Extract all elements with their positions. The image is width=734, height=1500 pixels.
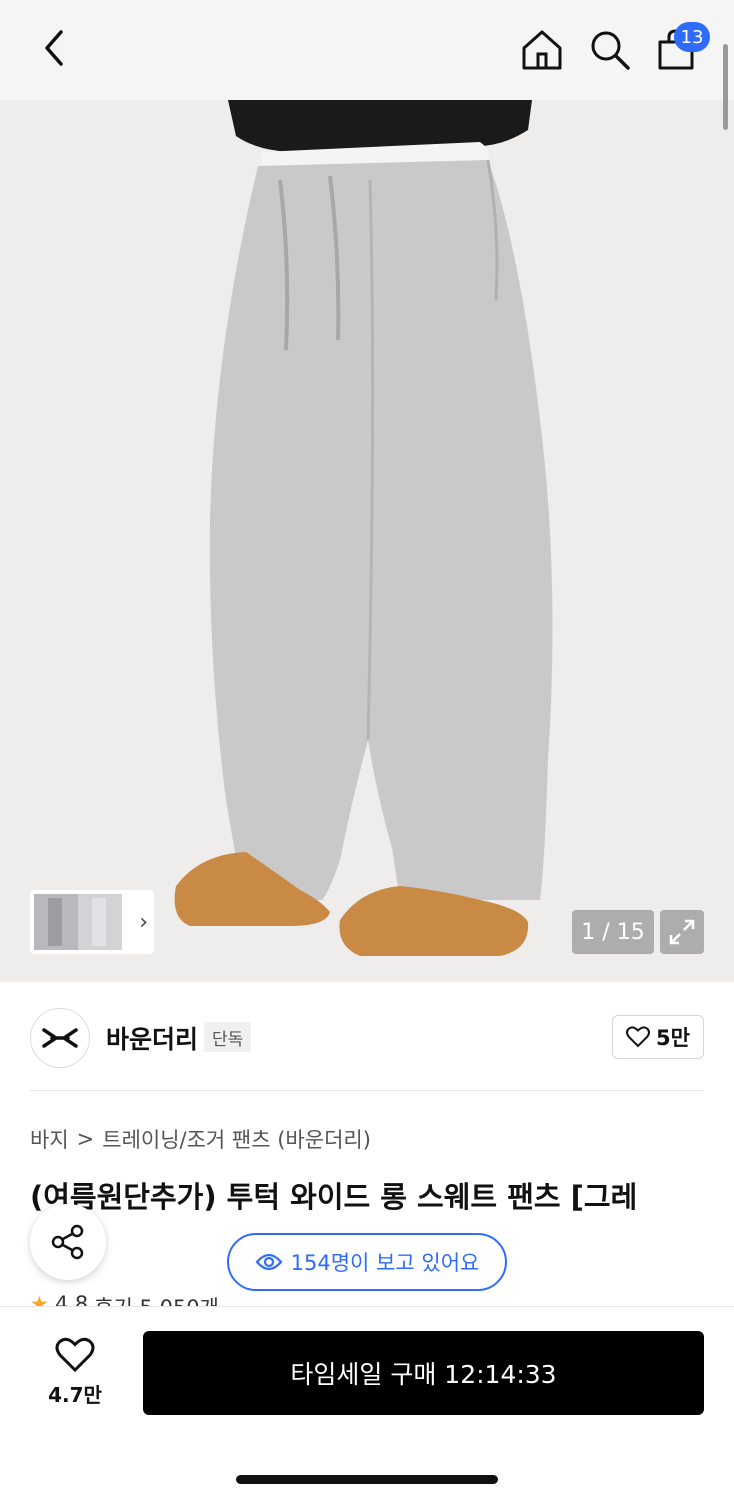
home-button[interactable] [518, 26, 566, 74]
chevron-left-icon [45, 30, 63, 66]
eye-icon [255, 1253, 283, 1271]
exclusive-tag: 단독 [204, 1022, 252, 1052]
scrollbar[interactable] [723, 44, 728, 130]
image-counter: 1 / 15 [572, 910, 654, 954]
top-navigation-bar [0, 0, 734, 100]
brand-logo[interactable] [30, 1008, 90, 1068]
home-icon [522, 30, 562, 70]
wishlist-button[interactable]: 4.7만 [30, 1337, 120, 1417]
breadcrumb-category[interactable]: 바지 [30, 1124, 69, 1154]
home-indicator [236, 1475, 498, 1484]
product-title: (여름원단추가) 투턱 와이드 롱 스웨트 팬츠 [그레 [30, 1180, 638, 1214]
heart-icon [55, 1337, 95, 1373]
thumbnail-image [34, 894, 122, 950]
expand-icon [669, 919, 695, 945]
breadcrumb: 바지 > 트레이닝/조거 팬츠 (바운더리) [30, 1124, 371, 1154]
thumbnail-strip[interactable]: › [30, 890, 154, 954]
expand-button[interactable] [660, 910, 704, 954]
brand-name[interactable]: 바운더리 [106, 1020, 198, 1056]
wishlist-count: 4.7만 [48, 1383, 102, 1407]
timesale-buy-button[interactable]: 타임세일 구매 12:14:33 [143, 1331, 704, 1415]
bottom-purchase-bar: 4.7만 타임세일 구매 12:14:33 [0, 1306, 734, 1500]
chevron-right-icon: > [76, 1127, 95, 1151]
product-image[interactable] [0, 100, 734, 982]
product-photo-illustration [0, 100, 734, 982]
chevron-right-icon: › [139, 910, 148, 935]
cart-count-badge: 13 [674, 22, 710, 52]
search-icon [591, 31, 630, 70]
back-button[interactable] [32, 26, 76, 70]
brand-like-button[interactable]: 5만 [612, 1015, 704, 1059]
share-button[interactable] [30, 1204, 106, 1280]
viewers-badge: 154명이 보고 있어요 [227, 1233, 507, 1291]
viewers-text: 154명이 보고 있어요 [290, 1251, 480, 1275]
share-icon [51, 1224, 84, 1260]
brand-logo-icon [42, 1028, 78, 1048]
breadcrumb-subcategory[interactable]: 트레이닝/조거 팬츠 (바운더리) [102, 1124, 371, 1154]
heart-icon [626, 1026, 651, 1048]
divider [30, 1090, 704, 1091]
search-button[interactable] [586, 26, 634, 74]
brand-like-count: 5만 [656, 1026, 690, 1050]
